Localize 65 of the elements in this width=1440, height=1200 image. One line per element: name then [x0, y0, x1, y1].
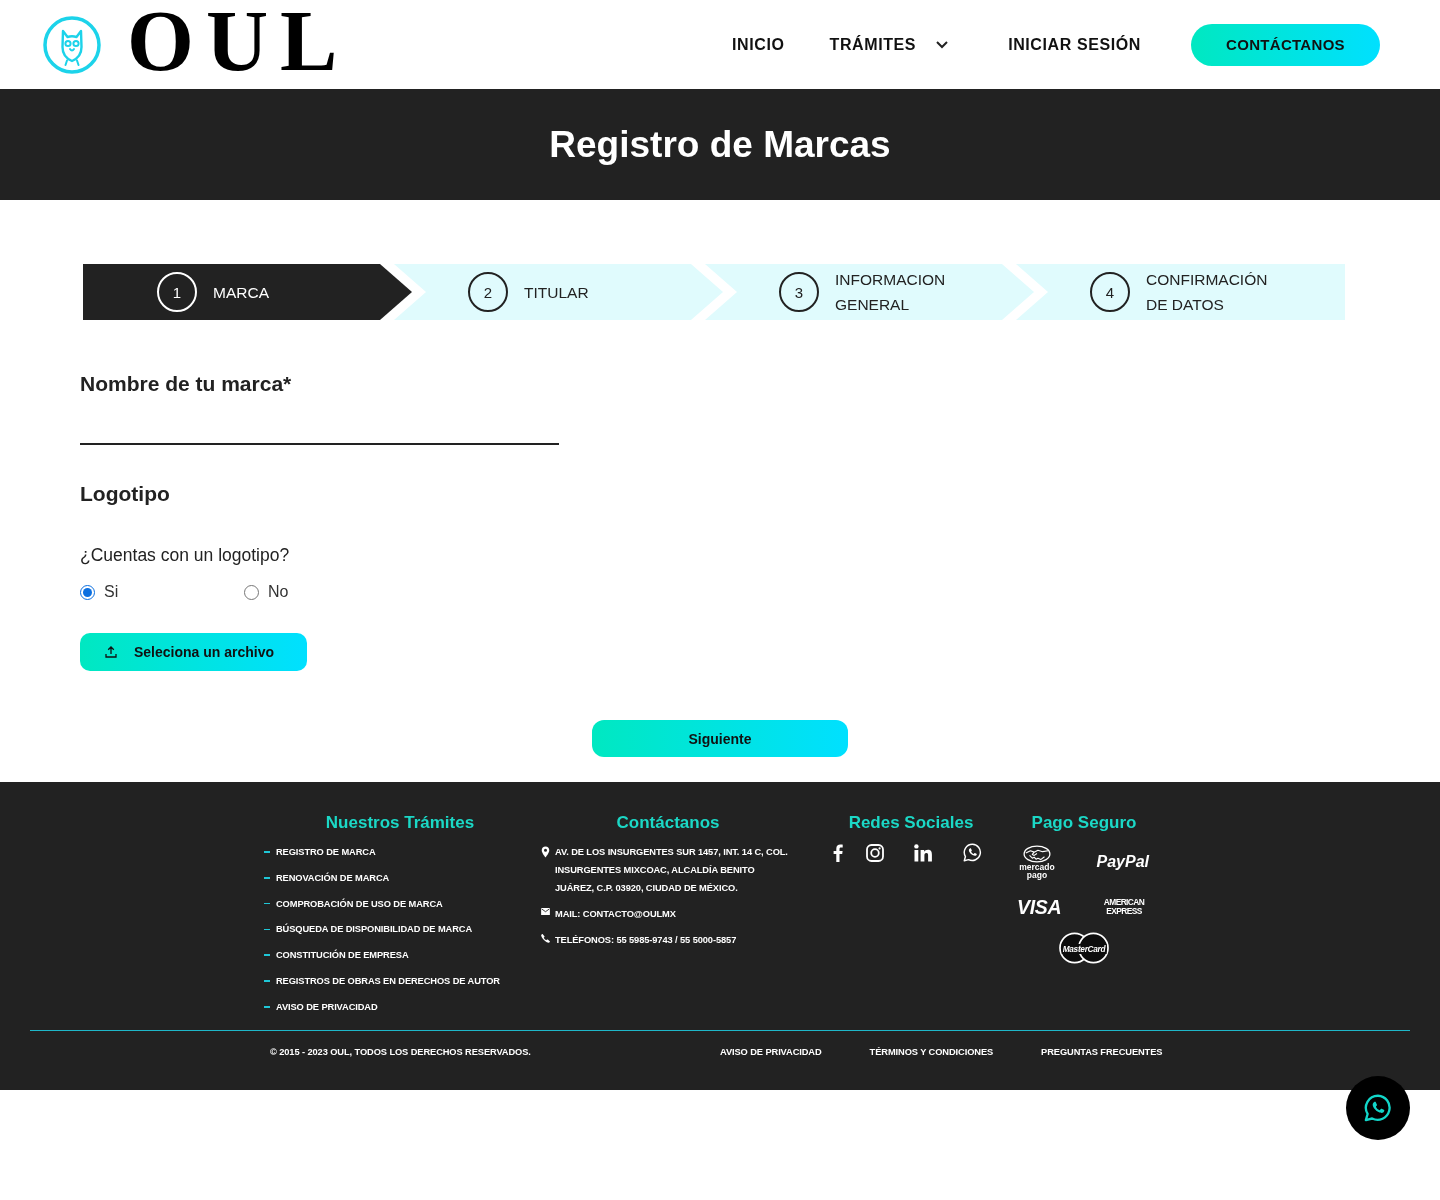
- american-express-logo: AMERICAN EXPRESS: [1102, 898, 1146, 915]
- logo-wordmark: OUL: [127, 0, 350, 84]
- dash-icon: [264, 902, 270, 905]
- question-text: ¿Cuentas con un logotipo?: [80, 544, 290, 566]
- step-label: MARCA: [213, 282, 269, 303]
- phone-text: TELÉFONOS: 55 5985-9743 / 55 5000-5857: [555, 934, 738, 947]
- dash-icon: [264, 851, 270, 853]
- envelope-icon: [541, 908, 550, 915]
- mercado-pago-logo-text: mercado pago: [1018, 863, 1056, 879]
- nav-link[interactable]: INICIO: [732, 35, 785, 54]
- step-label: INFORMACION GENERAL: [835, 270, 947, 315]
- mastercard-logo-text: MasterCard: [1061, 944, 1107, 954]
- step-label: TITULAR: [524, 282, 589, 303]
- column-title: Contáctanos: [615, 813, 721, 833]
- dash-icon: [264, 1006, 270, 1008]
- linkedin-icon[interactable]: [914, 843, 932, 862]
- footer-link[interactable]: REGISTROS DE OBRAS EN DERECHOS DE AUTOR: [276, 974, 500, 988]
- column-title: Pago Seguro: [1030, 813, 1138, 833]
- footer-link[interactable]: REGISTRO DE MARCA: [276, 845, 376, 859]
- next-button[interactable]: Siguiente: [592, 720, 848, 757]
- field-label: Nombre de tu marca*: [80, 372, 292, 396]
- facebook-icon[interactable]: [833, 843, 843, 862]
- footer-link[interactable]: TÉRMINOS Y CONDICIONES: [869, 1045, 994, 1059]
- nav-link[interactable]: TRÁMITES: [829, 35, 917, 54]
- column-title: Nuestros Trámites: [324, 813, 476, 833]
- column-title: Redes Sociales: [847, 813, 975, 833]
- radio-label: Si: [104, 583, 119, 601]
- visa-logo: VISA: [1017, 896, 1062, 917]
- footer-link[interactable]: AVISO DE PRIVACIDAD: [720, 1045, 822, 1059]
- footer-link[interactable]: COMPROBACIÓN DE USO DE MARCA: [276, 896, 443, 911]
- contact-button[interactable]: CONTÁCTANOS: [1191, 23, 1380, 66]
- step-number: 2: [468, 272, 508, 312]
- dash-icon: [264, 928, 270, 931]
- address-text: AV. DE LOS INSURGENTES SUR 1457, INT. 14 C, COL. INSURGENTES MIXCOAC, ALCALDÍA BENITO JUÁREZ, C.P. 03920, CIUDAD DE MÉXICO.: [555, 846, 789, 895]
- paypal-logo: PayPal: [1096, 852, 1149, 872]
- location-pin-icon: [541, 846, 550, 858]
- dash-icon: [264, 980, 270, 982]
- phone-icon: [541, 934, 550, 943]
- footer-link[interactable]: RENOVACIÓN DE MARCA: [276, 870, 390, 885]
- chevron-down-icon[interactable]: [936, 40, 949, 49]
- section-title: Logotipo: [80, 482, 170, 506]
- copyright-text: © 2015 - 2023 OUL, TODOS LOS DERECHOS RESERVADOS.: [270, 1046, 532, 1059]
- footer-link[interactable]: CONSTITUCIÓN DE EMPRESA: [276, 948, 409, 963]
- nav-link[interactable]: INICIAR SESIÓN: [1008, 35, 1141, 54]
- radio-button[interactable]: [244, 584, 259, 600]
- step-number: 4: [1090, 272, 1130, 312]
- upload-icon: [105, 646, 117, 658]
- radio-button[interactable]: [80, 584, 95, 600]
- radio-label: No: [268, 583, 289, 601]
- page-title: Registro de Marcas: [549, 126, 891, 163]
- footer-link[interactable]: AVISO DE PRIVACIDAD: [276, 999, 378, 1014]
- handshake-icon: [1023, 845, 1051, 863]
- owl-icon: [43, 15, 101, 74]
- dash-icon: [264, 877, 270, 879]
- footer-link[interactable]: BÚSQUEDA DE DISPONIBILIDAD DE MARCA: [276, 922, 473, 937]
- step-number: 3: [779, 272, 819, 312]
- instagram-icon[interactable]: [866, 843, 884, 862]
- step-label: CONFIRMACIÓN DE DATOS: [1146, 270, 1269, 315]
- email-text: MAIL: CONTACTO@OULMX: [555, 908, 677, 921]
- dash-icon: [264, 954, 270, 956]
- whatsapp-icon: [1364, 1094, 1392, 1122]
- whatsapp-icon[interactable]: [963, 843, 982, 862]
- upload-button[interactable]: Seleciona un archivo: [80, 633, 307, 671]
- footer-link[interactable]: PREGUNTAS FRECUENTES: [1041, 1045, 1163, 1059]
- step-number: 1: [157, 272, 197, 312]
